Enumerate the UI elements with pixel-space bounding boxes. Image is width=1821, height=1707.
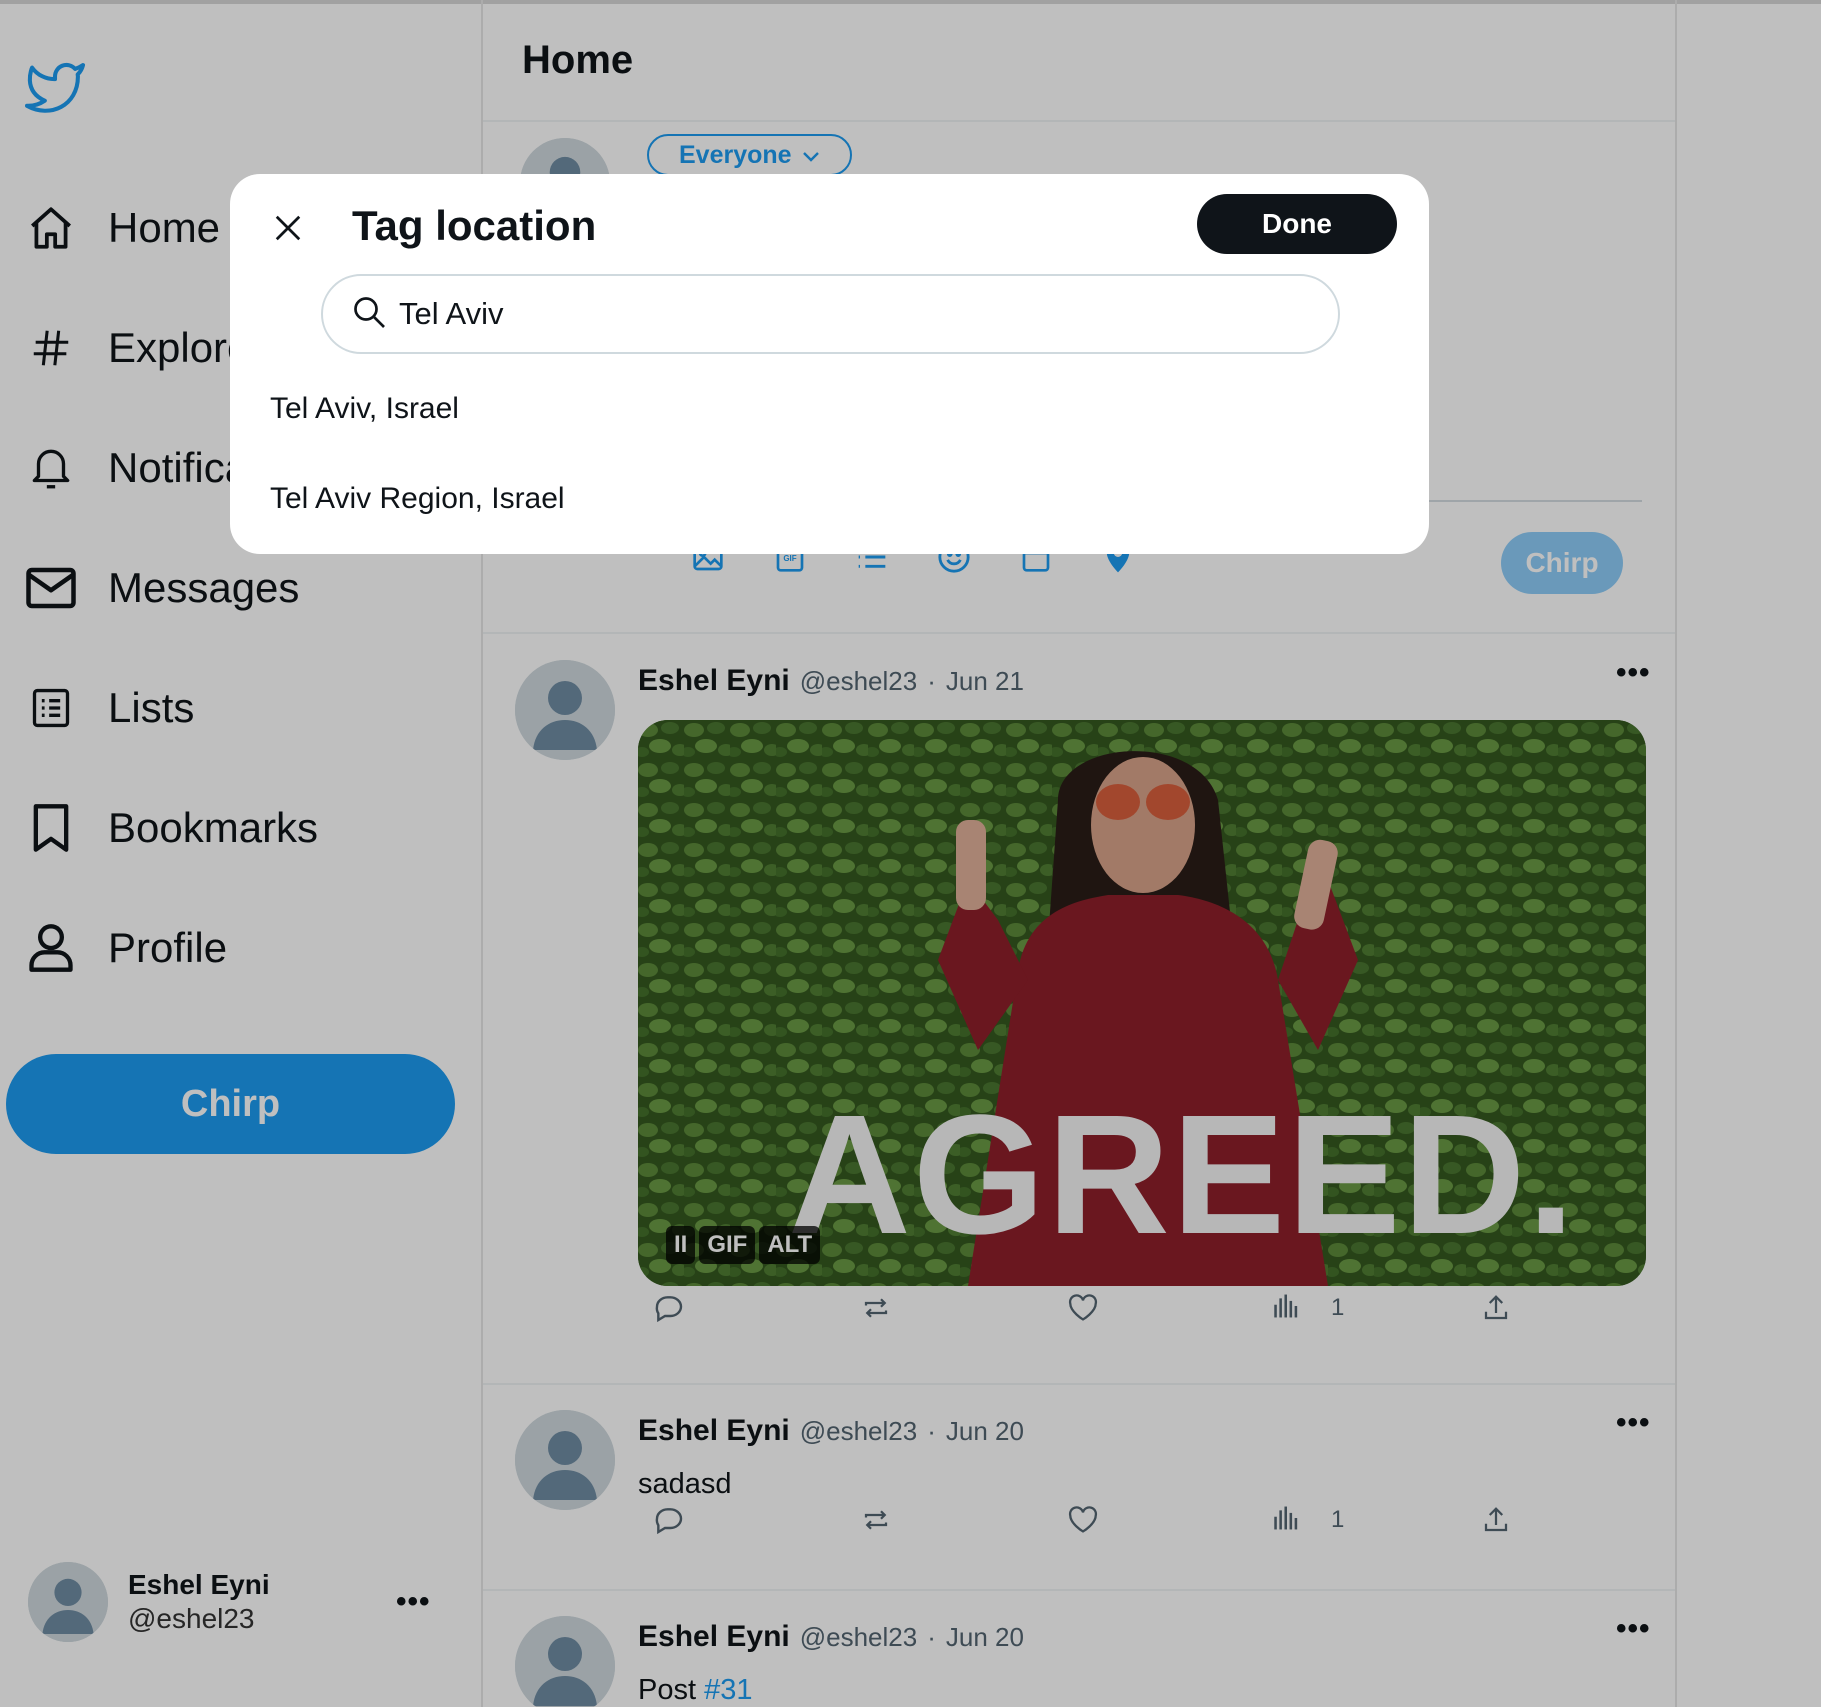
tag-location-dialog: Tag location Done Tel Aviv, Israel Tel A… xyxy=(230,174,1429,554)
location-result[interactable]: Tel Aviv Region, Israel xyxy=(270,482,565,516)
location-result[interactable]: Tel Aviv, Israel xyxy=(270,392,459,426)
app: Home Explore Notifications Messages List… xyxy=(0,0,1821,1707)
done-button[interactable]: Done xyxy=(1197,194,1397,254)
search-icon xyxy=(351,294,387,335)
dialog-title: Tag location xyxy=(352,202,597,249)
location-search-input[interactable] xyxy=(399,296,1299,332)
location-search[interactable] xyxy=(321,274,1340,354)
close-icon[interactable] xyxy=(266,206,310,250)
